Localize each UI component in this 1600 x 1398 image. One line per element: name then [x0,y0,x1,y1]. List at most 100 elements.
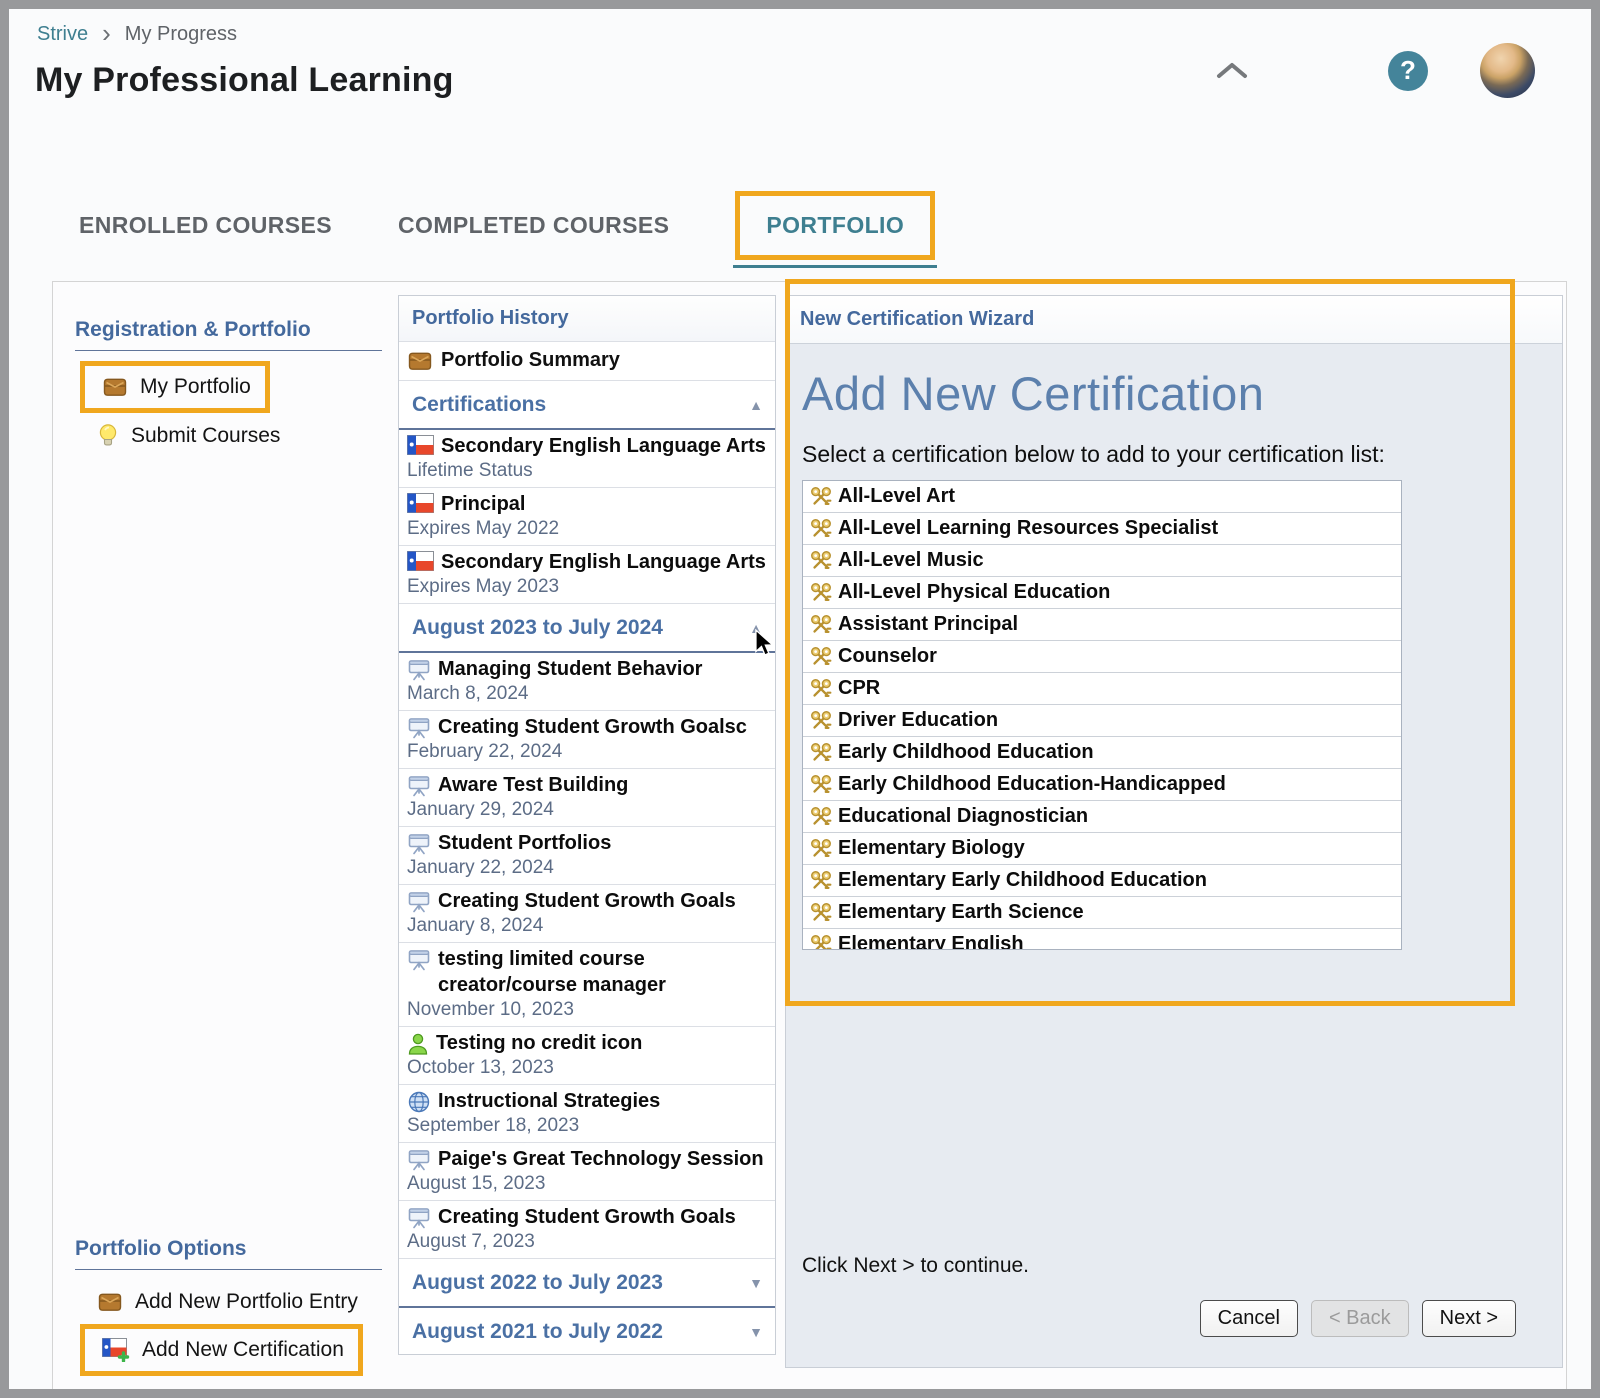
history-entry[interactable]: Secondary English Language ArtsLifetime … [399,430,775,488]
certification-option-label: Driver Education [838,709,998,732]
history-entry-title-row: Testing no credit icon [407,1030,767,1056]
history-entry-date: November 10, 2023 [407,998,767,1022]
certification-option-label: Early Childhood Education [838,741,1094,764]
certification-option-label: All-Level Physical Education [838,581,1110,604]
certification-list: All-Level Art All-Level Learning Resource… [802,480,1402,950]
history-section-header-certifications[interactable]: Certifications ▲ [399,381,775,430]
history-entry-title: Managing Student Behavior [438,656,702,682]
portfolio-summary-item[interactable]: Portfolio Summary [399,342,775,381]
history-entry-date: Lifetime Status [407,459,767,483]
portfolio-summary-label: Portfolio Summary [441,349,620,372]
expand-arrow-icon[interactable]: ▼ [749,1324,763,1340]
crossed-keys-icon [809,613,833,637]
collapse-arrow-icon[interactable]: ▲ [749,397,763,413]
certification-option-all-level-physical-education[interactable]: All-Level Physical Education [803,577,1401,609]
app-grid-icon[interactable] [1301,53,1336,88]
next-button[interactable]: Next > [1422,1300,1516,1337]
wizard-panel-title: New Certification Wizard [786,296,1562,344]
history-entry[interactable]: Student PortfoliosJanuary 22, 2024 [399,827,775,885]
certification-option-label: Counselor [838,645,937,668]
history-entry[interactable]: Creating Student Growth GoalsAugust 7, 2… [399,1201,775,1259]
tab-completed-courses[interactable]: COMPLETED COURSES [398,212,669,239]
back-button[interactable]: < Back [1311,1300,1409,1337]
history-entry[interactable]: Paige's Great Technology SessionAugust 1… [399,1143,775,1201]
certification-option-elementary-earth-science[interactable]: Elementary Earth Science [803,897,1401,929]
person-icon [407,1032,429,1056]
history-entry[interactable]: Managing Student BehaviorMarch 8, 2024 [399,653,775,711]
history-section-title: Certifications [412,393,546,416]
sidebar-item-label: Add New Portfolio Entry [135,1290,358,1314]
lightbulb-icon [97,423,119,449]
history-entry-title: Secondary English Language Arts [441,549,766,575]
certification-option-all-level-music[interactable]: All-Level Music [803,545,1401,577]
crossed-keys-icon [809,933,833,951]
presentation-icon [407,1148,431,1172]
collapse-arrow-icon[interactable]: ▲ [749,620,763,636]
wizard-heading: Add New Certification [802,366,1536,421]
sidebar-item-add-new-certification[interactable]: Add New Certification [80,1324,363,1376]
certification-option-elementary-biology[interactable]: Elementary Biology [803,833,1401,865]
certification-option-educational-diagnostician[interactable]: Educational Diagnostician [803,801,1401,833]
presentation-icon [407,1206,431,1230]
certification-option-early-childhood-education-handicapped[interactable]: Early Childhood Education-Handicapped [803,769,1401,801]
sidebar-item-my-portfolio[interactable]: My Portfolio [80,361,270,413]
history-entry[interactable]: testing limited course creator/course ma… [399,943,775,1027]
history-entry-title: Creating Student Growth Goals [438,888,736,914]
certification-option-all-level-learning-resources-specialist[interactable]: All-Level Learning Resources Specialist [803,513,1401,545]
tab-enrolled-courses[interactable]: ENROLLED COURSES [79,212,332,239]
history-entry[interactable]: Creating Student Growth GoalsJanuary 8, … [399,885,775,943]
help-icon[interactable]: ? [1388,51,1428,91]
certification-option-driver-education[interactable]: Driver Education [803,705,1401,737]
history-entry-title-row: Secondary English Language Arts [407,549,767,575]
portfolio-history-title: Portfolio History [399,296,775,342]
certification-option-all-level-art[interactable]: All-Level Art [803,481,1401,513]
history-section-header-august-2022-to-july-2023[interactable]: August 2022 to July 2023▼ [399,1259,775,1308]
history-entry[interactable]: Instructional StrategiesSeptember 18, 20… [399,1085,775,1143]
crossed-keys-icon [809,869,833,893]
sidebar-section-registration-portfolio: Registration & PortfolioMy PortfolioSubm… [75,318,382,459]
certification-option-early-childhood-education[interactable]: Early Childhood Education [803,737,1401,769]
sidebar-item-add-new-portfolio-entry[interactable]: Add New Portfolio Entry [75,1280,382,1324]
collapse-chevron-up-icon[interactable] [1215,61,1249,81]
history-section-header-august-2021-to-july-2022[interactable]: August 2021 to July 2022▼ [399,1308,775,1355]
expand-arrow-icon[interactable]: ▼ [749,1275,763,1291]
history-entry[interactable]: Testing no credit iconOctober 13, 2023 [399,1027,775,1085]
tab-portfolio[interactable]: PORTFOLIO [735,191,935,260]
history-entry-title-row: Secondary English Language Arts [407,433,767,459]
certification-option-counselor[interactable]: Counselor [803,641,1401,673]
tabs: ENROLLED COURSES COMPLETED COURSES PORTFOL… [79,191,935,260]
history-entry[interactable]: Secondary English Language ArtsExpires M… [399,546,775,604]
certification-option-elementary-early-childhood-education[interactable]: Elementary Early Childhood Education [803,865,1401,897]
sidebar-item-label: My Portfolio [140,375,251,399]
certification-option-label: CPR [838,677,880,700]
portfolio-icon [407,350,433,372]
breadcrumb-root-link[interactable]: Strive [37,23,88,46]
presentation-icon [407,774,431,798]
history-entry-date: September 18, 2023 [407,1114,767,1138]
page-title: My Professional Learning [35,61,454,100]
history-entry-date: February 22, 2024 [407,740,767,764]
certification-option-cpr[interactable]: CPR [803,673,1401,705]
certification-option-label: All-Level Art [838,485,955,508]
certification-option-elementary-english[interactable]: Elementary English [803,929,1401,950]
wizard-instruction: Select a certification below to add to y… [802,441,1536,468]
breadcrumb-current: My Progress [125,23,237,46]
texas-flag-add-icon [102,1338,130,1362]
sidebar-item-submit-courses[interactable]: Submit Courses [75,413,382,459]
certification-option-label: All-Level Learning Resources Specialist [838,517,1218,540]
certification-option-assistant-principal[interactable]: Assistant Principal [803,609,1401,641]
history-entry[interactable]: Creating Student Growth GoalscFebruary 2… [399,711,775,769]
history-entry-date: August 7, 2023 [407,1230,767,1254]
presentation-icon [407,716,431,740]
history-entry[interactable]: Aware Test BuildingJanuary 29, 2024 [399,769,775,827]
crossed-keys-icon [809,709,833,733]
crossed-keys-icon [809,677,833,701]
history-section-header-august-2023-to-july-2024[interactable]: August 2023 to July 2024▲ [399,604,775,653]
presentation-icon [407,658,431,682]
user-avatar[interactable] [1480,43,1535,98]
cancel-button[interactable]: Cancel [1200,1300,1298,1337]
crossed-keys-icon [809,645,833,669]
certification-option-label: Elementary Earth Science [838,901,1084,924]
history-entry[interactable]: PrincipalExpires May 2022 [399,488,775,546]
history-entry-date: January 8, 2024 [407,914,767,938]
